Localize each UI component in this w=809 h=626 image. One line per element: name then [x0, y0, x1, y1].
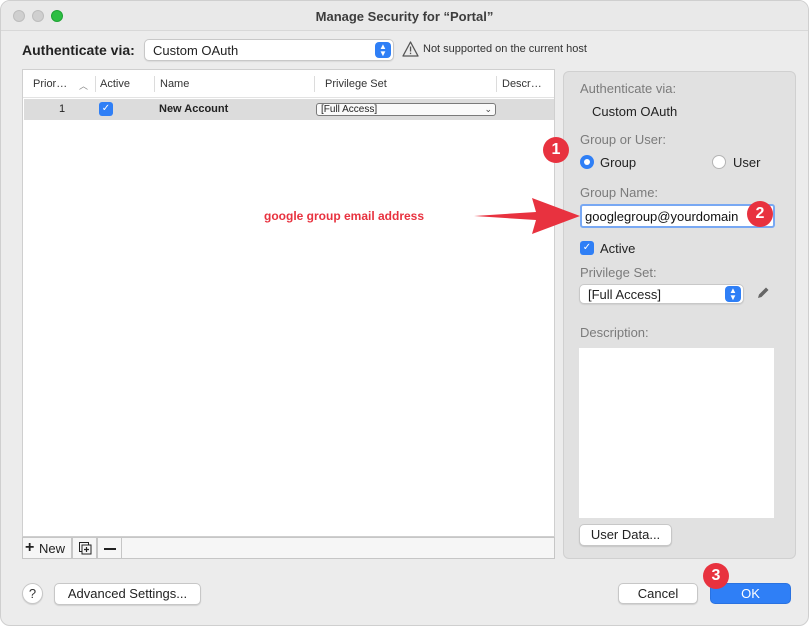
description-label: Description:: [580, 325, 649, 340]
plus-icon: +: [25, 539, 35, 556]
window-title: Manage Security for “Portal”: [315, 9, 494, 24]
step-badge-1: 1: [543, 137, 569, 163]
column-header-description[interactable]: Descr…: [502, 78, 542, 90]
panel-authenticate-via-label: Authenticate via:: [580, 81, 677, 96]
manage-security-window: Manage Security for “Portal” Authenticat…: [0, 0, 809, 626]
title-bar: Manage Security for “Portal”: [1, 1, 808, 31]
not-supported-warning: Not supported on the current host: [423, 43, 587, 55]
step-badge-3: 3: [703, 563, 729, 589]
help-button[interactable]: ?: [22, 583, 43, 604]
column-header-privilege-set[interactable]: Privilege Set: [325, 78, 387, 90]
group-radio[interactable]: [580, 155, 594, 169]
warning-icon: [402, 41, 419, 57]
active-checkbox-label[interactable]: Active: [600, 241, 635, 256]
duplicate-account-button[interactable]: [72, 537, 97, 559]
annotation-note: google group email address: [264, 209, 425, 223]
cancel-button[interactable]: Cancel: [618, 583, 698, 604]
authenticate-via-label: Authenticate via:: [22, 42, 135, 58]
privilege-set-popup[interactable]: [Full Access] ▲ ▼: [579, 284, 744, 304]
minus-icon: [104, 548, 116, 550]
column-header-active[interactable]: Active: [100, 78, 130, 90]
row-privilege-set-value: [Full Access]: [321, 104, 378, 115]
popup-stepper-icon: ▲ ▼: [375, 42, 391, 58]
table-header: Prior… ︿ Active Name Privilege Set Descr…: [23, 70, 554, 98]
privilege-set-label: Privilege Set:: [580, 265, 657, 280]
column-divider: [95, 76, 96, 92]
panel-authenticate-via-value: Custom OAuth: [592, 104, 678, 119]
accounts-table: Prior… ︿ Active Name Privilege Set Descr…: [22, 69, 555, 537]
annotation-arrow-icon: [474, 198, 580, 234]
row-active-checkbox[interactable]: ✓: [99, 102, 113, 116]
row-privilege-set-popup[interactable]: [Full Access] ⌄: [316, 103, 496, 116]
authenticate-via-value: Custom OAuth: [153, 43, 239, 58]
group-radio-label[interactable]: Group: [600, 155, 636, 170]
sort-ascending-icon: ︿: [79, 81, 89, 91]
active-checkbox[interactable]: ✓: [580, 241, 594, 255]
new-account-button[interactable]: + New: [22, 537, 72, 559]
popup-stepper-icon: ▲ ▼: [725, 286, 741, 302]
user-radio-label[interactable]: User: [733, 155, 760, 170]
duplicate-icon: [79, 542, 92, 555]
edit-pencil-icon[interactable]: [755, 285, 771, 301]
row-priority: 1: [59, 103, 66, 115]
privilege-set-value: [Full Access]: [588, 287, 661, 302]
group-or-user-label: Group or User:: [580, 132, 666, 147]
group-name-field[interactable]: googlegroup@yourdomain: [580, 204, 775, 228]
new-account-label: New: [39, 541, 66, 556]
column-header-priority[interactable]: Prior…: [33, 78, 67, 90]
advanced-settings-button[interactable]: Advanced Settings...: [54, 583, 201, 605]
group-name-label: Group Name:: [580, 185, 659, 200]
step-badge-2: 2: [747, 201, 773, 227]
description-textarea[interactable]: [579, 348, 774, 518]
row-account-name: New Account: [159, 103, 229, 115]
column-divider: [314, 76, 315, 92]
table-footer-bar: [122, 537, 555, 559]
column-divider: [154, 76, 155, 92]
column-header-name[interactable]: Name: [160, 78, 189, 90]
user-radio[interactable]: [712, 155, 726, 169]
user-data-button[interactable]: User Data...: [579, 524, 672, 546]
chevron-down-icon: ⌄: [484, 104, 492, 114]
delete-account-button[interactable]: [97, 537, 122, 559]
authenticate-via-popup[interactable]: Custom OAuth ▲ ▼: [144, 39, 394, 61]
column-divider: [496, 76, 497, 92]
table-row[interactable]: 1 ✓ New Account [Full Access] ⌄: [24, 99, 554, 120]
